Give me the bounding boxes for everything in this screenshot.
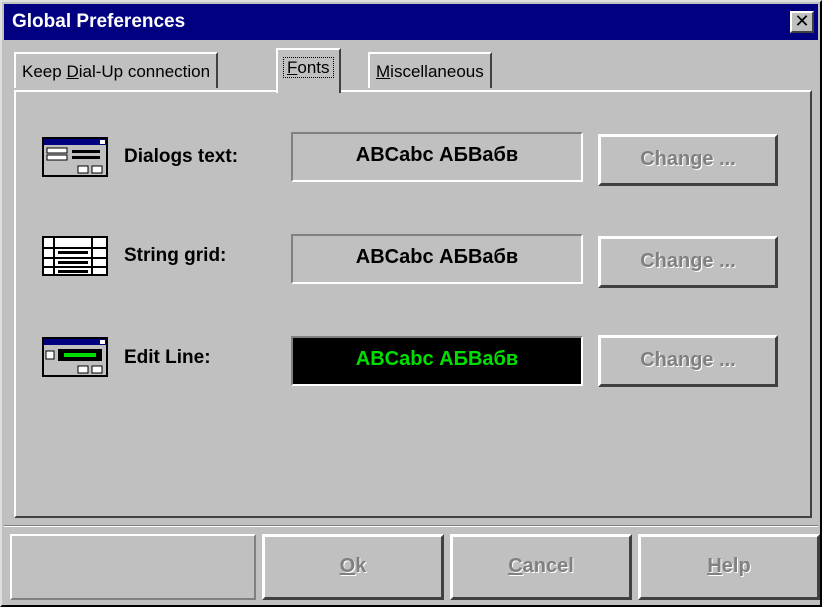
tab-miscellaneous[interactable]: Miscellaneous — [368, 52, 492, 88]
ok-button[interactable]: Ok — [262, 534, 444, 600]
fonts-panel — [14, 90, 812, 518]
tab-label: Keep Dial-Up connection — [22, 62, 211, 81]
tab-fonts[interactable]: Fonts — [276, 48, 341, 93]
tab-keep-dial-up-connection[interactable]: Keep Dial-Up connection — [14, 52, 219, 88]
tab-label: Fonts — [283, 57, 334, 78]
tab-label: Miscellaneous — [376, 62, 484, 81]
status-area — [10, 534, 256, 600]
close-button[interactable]: ✕ — [790, 11, 814, 33]
window-title: Global Preferences — [12, 11, 186, 32]
title-bar[interactable]: Global Preferences ✕ — [4, 4, 818, 40]
close-icon: ✕ — [794, 11, 810, 32]
footer-separator — [4, 525, 818, 527]
global-preferences-dialog: Global Preferences ✕ Keep Dial-Up connec… — [0, 0, 822, 607]
help-button[interactable]: Help — [638, 534, 820, 600]
cancel-button[interactable]: Cancel — [450, 534, 632, 600]
